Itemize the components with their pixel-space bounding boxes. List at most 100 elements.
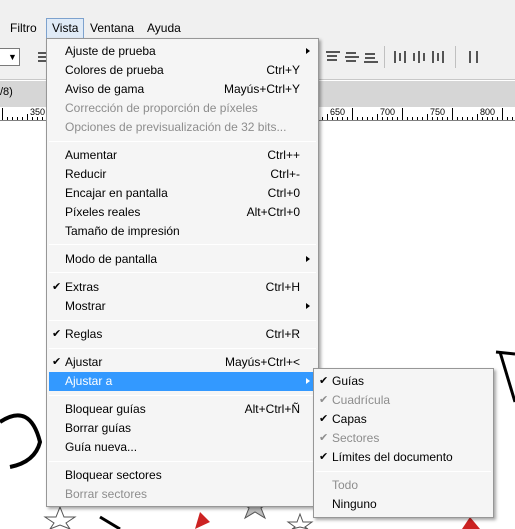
align-bottom-edges-icon[interactable]: [363, 49, 379, 65]
menu-item-borrar-sectores[interactable]: Borrar sectores: [49, 485, 316, 504]
check-icon: ✔: [319, 413, 329, 425]
menu-separator: [49, 348, 316, 349]
menu-item-sectores[interactable]: ✔ Sectores: [316, 429, 491, 448]
menu-item-label: Reducir: [65, 167, 107, 181]
ruler-tick: [37, 117, 38, 120]
ruler-tick: [352, 108, 353, 120]
menu-item-shortcut: Alt+Ctrl+0: [246, 205, 300, 219]
check-icon: ✔: [52, 281, 62, 293]
menu-item-borrar-guias[interactable]: Borrar guías: [49, 419, 316, 438]
menu-item-label: Guía nueva...: [65, 440, 138, 454]
ruler-tick: [412, 117, 413, 120]
menu-item-ajustar-a[interactable]: Ajustar a: [49, 372, 316, 391]
ruler-tick: [327, 114, 328, 120]
menu-item-modo-de-pantalla[interactable]: Modo de pantalla: [49, 250, 316, 269]
ruler-tick: [12, 117, 13, 120]
menu-filtro[interactable]: Filtro: [5, 18, 42, 38]
align-top-edges-icon[interactable]: [325, 49, 341, 65]
menu-vista[interactable]: Vista: [46, 18, 85, 38]
menu-item-cuadricula[interactable]: ✔ Cuadrícula: [316, 391, 491, 410]
menu-item-label: Píxeles reales: [65, 205, 141, 219]
vista-menu: Ajuste de prueba Colores de prueba Ctrl+Y A…: [46, 38, 319, 507]
menu-ayuda[interactable]: Ayuda: [142, 18, 186, 38]
options-dropdown[interactable]: ▼: [0, 48, 20, 66]
menu-item-encajar-en-pantalla[interactable]: Encajar en pantalla Ctrl+0: [49, 184, 316, 203]
red-shape: [462, 517, 480, 529]
menu-item-tamano-de-impresion[interactable]: Tamaño de impresión: [49, 222, 316, 241]
ruler-tick: [422, 117, 423, 120]
document-tab-label[interactable]: /8): [0, 86, 13, 98]
menu-item-ajuste-de-prueba[interactable]: Ajuste de prueba: [49, 42, 316, 61]
align-vertical-centers-icon[interactable]: [344, 49, 360, 65]
menu-item-label: Modo de pantalla: [65, 252, 158, 266]
submenu-arrow-icon: [306, 48, 310, 54]
menu-item-mostrar[interactable]: Mostrar: [49, 297, 316, 316]
ruler-tick: [27, 114, 28, 120]
menu-separator: [49, 320, 316, 321]
menu-item-shortcut: Ctrl+-: [270, 167, 300, 181]
ruler-tick: [447, 117, 448, 120]
menu-item-reglas[interactable]: ✔ Reglas Ctrl+R: [49, 325, 316, 344]
menu-item-pixeles-reales[interactable]: Píxeles reales Alt+Ctrl+0: [49, 203, 316, 222]
distribute-centers-icon[interactable]: [411, 49, 427, 65]
menu-item-guia-nueva[interactable]: Guía nueva...: [49, 438, 316, 457]
menu-item-aumentar[interactable]: Aumentar Ctrl++: [49, 146, 316, 165]
menu-item-extras[interactable]: ✔ Extras Ctrl+H: [49, 278, 316, 297]
menu-item-aviso-de-gama[interactable]: Aviso de gama Mayús+Ctrl+Y: [49, 80, 316, 99]
menu-item-bloquear-guias[interactable]: Bloquear guías Alt+Ctrl+Ñ: [49, 400, 316, 419]
ruler-tick: [7, 117, 8, 120]
menu-item-label: Guías: [332, 374, 365, 388]
ruler-tick: [417, 117, 418, 120]
ruler-tick: [42, 117, 43, 120]
menu-item-reducir[interactable]: Reducir Ctrl+-: [49, 165, 316, 184]
menu-item-label: Cuadrícula: [332, 393, 391, 407]
ruler-tick: [377, 114, 378, 120]
menu-item-shortcut: Ctrl+R: [265, 327, 300, 341]
menu-separator: [49, 272, 316, 273]
menu-item-shortcut: Ctrl+H: [265, 280, 300, 294]
ruler-tick: [407, 117, 408, 120]
ruler-tick: [442, 117, 443, 120]
menu-item-opciones-de-previsualizacion-de-32-bits[interactable]: Opciones de previsualización de 32 bits.…: [49, 118, 316, 137]
ruler-tick: [332, 117, 333, 120]
distribute-right-icon[interactable]: [430, 49, 446, 65]
menu-ventana[interactable]: Ventana: [85, 18, 139, 38]
toolbar-separator: [455, 46, 456, 68]
menu-item-capas[interactable]: ✔ Capas: [316, 410, 491, 429]
menu-item-label: Encajar en pantalla: [65, 186, 168, 200]
ruler-tick: [452, 108, 453, 120]
menu-item-shortcut: Ctrl++: [267, 148, 300, 162]
artwork-stroke: [498, 351, 515, 403]
ruler-tick: [402, 108, 403, 120]
menu-item-label: Colores de prueba: [65, 63, 164, 77]
artwork-stroke: [0, 413, 43, 469]
menu-item-correccion-de-proporcion-de-pixeles[interactable]: Corrección de proporción de píxeles: [49, 99, 316, 118]
submenu-arrow-icon: [306, 256, 310, 262]
menu-separator: [49, 461, 316, 462]
ruler-tick: [462, 117, 463, 120]
distribute-left-icon[interactable]: [392, 49, 408, 65]
ruler-tick: [32, 117, 33, 120]
ruler-tick: [337, 117, 338, 120]
menu-item-shortcut: Mayús+Ctrl+<: [224, 355, 300, 369]
menu-item-label: Bloquear sectores: [65, 468, 162, 482]
menu-item-limites-del-documento[interactable]: ✔ Límites del documento: [316, 448, 491, 467]
artwork-stroke: [99, 515, 121, 529]
ruler-tick: [497, 117, 498, 120]
star-shape: [43, 505, 77, 529]
menu-item-ninguno[interactable]: Ninguno: [316, 495, 491, 514]
menu-item-todo[interactable]: Todo: [316, 476, 491, 495]
menu-item-label: Borrar sectores: [65, 487, 148, 501]
menu-item-label: Todo: [332, 478, 359, 492]
ruler-label: 650: [330, 107, 346, 117]
menu-item-shortcut: Ctrl+0: [267, 186, 300, 200]
window-top-strip: [0, 0, 515, 18]
menu-item-label: Ajustar: [65, 355, 103, 369]
menu-item-colores-de-prueba[interactable]: Colores de prueba Ctrl+Y: [49, 61, 316, 80]
menu-item-ajustar[interactable]: ✔ Ajustar Mayús+Ctrl+<: [49, 353, 316, 372]
menu-item-guias[interactable]: ✔ Guías: [316, 372, 491, 391]
menu-item-label: Reglas: [65, 327, 103, 341]
auto-align-icon[interactable]: [466, 49, 482, 65]
menu-item-bloquear-sectores[interactable]: Bloquear sectores: [49, 466, 316, 485]
ruler-tick: [387, 117, 388, 120]
